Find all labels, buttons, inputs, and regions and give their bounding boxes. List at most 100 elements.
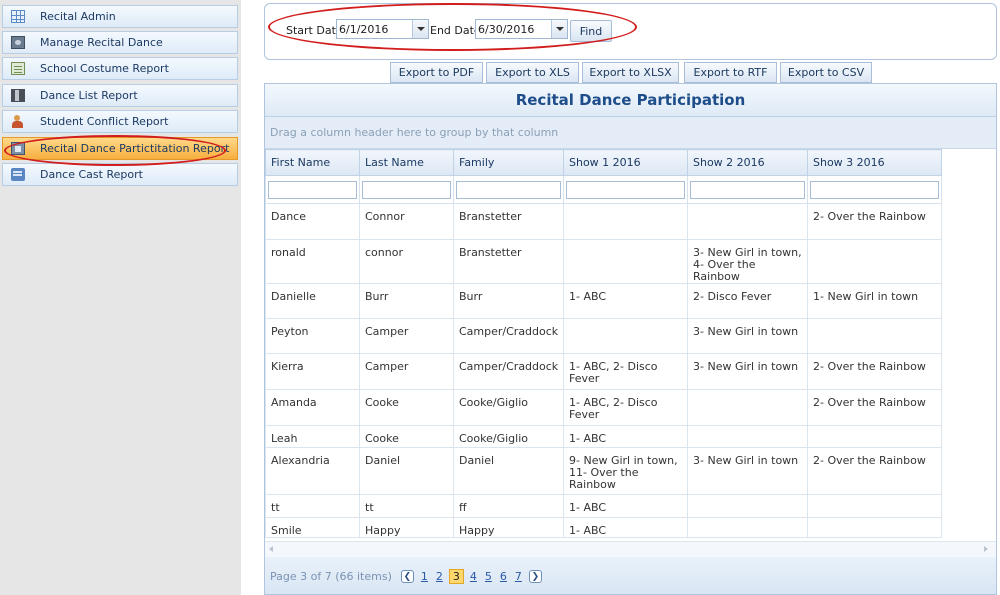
end-date-label: End Date bbox=[430, 24, 481, 37]
cast-icon bbox=[11, 168, 25, 181]
end-date-input[interactable]: 6/30/2016 bbox=[475, 19, 568, 39]
export-xls-button[interactable]: Export to XLS bbox=[486, 62, 579, 83]
column-header-show-1[interactable]: Show 1 2016 bbox=[563, 149, 688, 176]
cell-show-1 bbox=[563, 203, 688, 240]
column-header-family[interactable]: Family bbox=[453, 149, 564, 176]
prev-page-icon[interactable]: ❮ bbox=[400, 570, 414, 583]
export-pdf-button[interactable]: Export to PDF bbox=[390, 62, 483, 83]
grid-icon bbox=[11, 10, 25, 23]
page-link-5[interactable]: 5 bbox=[485, 570, 492, 583]
sidebar-item-recital-admin[interactable]: Recital Admin bbox=[2, 5, 238, 28]
page-link-1[interactable]: 1 bbox=[421, 570, 428, 583]
filter-input-show-3[interactable] bbox=[810, 180, 939, 199]
find-button[interactable]: Find bbox=[570, 20, 612, 42]
cell-show-2 bbox=[687, 517, 808, 538]
cell-show-1: 1- ABC, 2- Disco Fever bbox=[563, 353, 688, 390]
sidebar-item-label: Recital Admin bbox=[40, 10, 116, 23]
cell-show-2: 3- New Girl in town bbox=[687, 447, 808, 495]
filter-input-show-2[interactable] bbox=[690, 180, 805, 199]
chevron-down-icon[interactable] bbox=[412, 20, 428, 38]
pager-pages: 1234567 bbox=[417, 569, 526, 584]
scroll-right-icon[interactable] bbox=[984, 546, 988, 552]
start-date-input[interactable]: 6/1/2016 bbox=[336, 19, 429, 39]
page-link-3[interactable]: 3 bbox=[448, 569, 464, 584]
cell-first-name: Smile bbox=[265, 517, 360, 538]
sidebar: Recital Admin Manage Recital Dance Schoo… bbox=[0, 0, 241, 595]
sidebar-item-dance-list-report[interactable]: Dance List Report bbox=[2, 84, 238, 107]
cell-family: Camper/Craddock bbox=[453, 353, 564, 390]
cell-show-3: 2- Over the Rainbow bbox=[807, 389, 942, 426]
cell-last-name: Cooke bbox=[359, 389, 454, 426]
column-header-first-name[interactable]: First Name bbox=[265, 149, 360, 176]
sidebar-item-recital-dance-participation-report[interactable]: Recital Dance Partictitation Report bbox=[2, 137, 238, 160]
table-row[interactable]: Smile Happy Happy 1- ABC bbox=[265, 517, 942, 538]
cell-family: Camper/Craddock bbox=[453, 318, 564, 354]
cell-show-3 bbox=[807, 517, 942, 538]
cell-show-2 bbox=[687, 425, 808, 448]
person-icon bbox=[11, 115, 25, 128]
cell-show-3: 2- Over the Rainbow bbox=[807, 353, 942, 390]
group-by-panel[interactable]: Drag a column header here to group by th… bbox=[265, 117, 996, 149]
cell-show-1: 1- ABC bbox=[563, 494, 688, 518]
sidebar-item-label: School Costume Report bbox=[40, 62, 169, 75]
cell-family: Cooke/Giglio bbox=[453, 389, 564, 426]
export-xlsx-button[interactable]: Export to XLSX bbox=[582, 62, 679, 83]
cell-show-3 bbox=[807, 318, 942, 354]
cell-last-name: Cooke bbox=[359, 425, 454, 448]
sidebar-item-school-costume-report[interactable]: School Costume Report bbox=[2, 57, 238, 80]
filter-input-show-1[interactable] bbox=[566, 180, 685, 199]
page-link-2[interactable]: 2 bbox=[436, 570, 443, 583]
column-header-last-name[interactable]: Last Name bbox=[359, 149, 454, 176]
cell-show-2: 2- Disco Fever bbox=[687, 283, 808, 319]
table-row[interactable]: Leah Cooke Cooke/Giglio 1- ABC bbox=[265, 425, 942, 448]
export-rtf-button[interactable]: Export to RTF bbox=[684, 62, 777, 83]
export-csv-button[interactable]: Export to CSV bbox=[780, 62, 872, 83]
cell-show-1: 9- New Girl in town, 11- Over the Rainbow bbox=[563, 447, 688, 495]
table-row[interactable]: Kierra Camper Camper/Craddock 1- ABC, 2- Di… bbox=[265, 353, 942, 390]
chevron-down-icon[interactable] bbox=[551, 20, 567, 38]
page-link-4[interactable]: 4 bbox=[470, 570, 477, 583]
cell-show-3: 2- Over the Rainbow bbox=[807, 447, 942, 495]
cell-family: Burr bbox=[453, 283, 564, 319]
cell-first-name: Leah bbox=[265, 425, 360, 448]
date-filter-panel: Start Date 6/1/2016 End Date 6/30/2016 F… bbox=[264, 3, 997, 60]
sidebar-item-dance-cast-report[interactable]: Dance Cast Report bbox=[2, 163, 238, 186]
start-date-value: 6/1/2016 bbox=[339, 22, 389, 36]
next-page-icon[interactable]: ❯ bbox=[528, 570, 542, 583]
pager: Page 3 of 7 (66 items) ❮ 1234567 ❯ bbox=[265, 557, 996, 594]
page-link-7[interactable]: 7 bbox=[515, 570, 522, 583]
end-date-value: 6/30/2016 bbox=[478, 22, 535, 36]
table-row[interactable]: Amanda Cooke Cooke/Giglio 1- ABC, 2- Disco … bbox=[265, 389, 942, 426]
cell-show-3 bbox=[807, 494, 942, 518]
scroll-left-icon[interactable] bbox=[269, 546, 273, 552]
cell-show-1: 1- ABC bbox=[563, 425, 688, 448]
table-row[interactable]: Alexandria Daniel Daniel 9- New Girl in tow… bbox=[265, 447, 942, 495]
filter-input-family[interactable] bbox=[456, 180, 561, 199]
table-body: Dance Connor Branstetter 2- Over the Rainbo… bbox=[265, 203, 942, 538]
cell-show-3 bbox=[807, 425, 942, 448]
sidebar-item-student-conflict-report[interactable]: Student Conflict Report bbox=[2, 110, 238, 133]
filter-input-first-name[interactable] bbox=[268, 180, 357, 199]
cell-show-3 bbox=[807, 239, 942, 284]
cell-show-2: 3- New Girl in town, 4- Over the Rainbow bbox=[687, 239, 808, 284]
cell-show-1 bbox=[563, 318, 688, 354]
table-row[interactable]: Dance Connor Branstetter 2- Over the Rainbo… bbox=[265, 203, 942, 240]
table-row[interactable]: Danielle Burr Burr 1- ABC 2- Disco Fever 1- N… bbox=[265, 283, 942, 319]
sidebar-item-manage-recital-dance[interactable]: Manage Recital Dance bbox=[2, 31, 238, 54]
sidebar-item-label: Student Conflict Report bbox=[40, 115, 169, 128]
column-header-show-3[interactable]: Show 3 2016 bbox=[807, 149, 942, 176]
horizontal-scrollbar[interactable] bbox=[265, 541, 996, 557]
table-row[interactable]: ronald connor Branstetter 3- New Girl in to… bbox=[265, 239, 942, 284]
sidebar-item-label: Recital Dance Partictitation Report bbox=[40, 142, 230, 155]
cell-first-name: Amanda bbox=[265, 389, 360, 426]
cell-show-2 bbox=[687, 389, 808, 426]
table-row[interactable]: Peyton Camper Camper/Craddock 3- New Girl i… bbox=[265, 318, 942, 354]
cell-first-name: Peyton bbox=[265, 318, 360, 354]
cell-show-2 bbox=[687, 494, 808, 518]
cell-last-name: Camper bbox=[359, 353, 454, 390]
column-header-show-2[interactable]: Show 2 2016 bbox=[687, 149, 808, 176]
page-link-6[interactable]: 6 bbox=[500, 570, 507, 583]
table-row[interactable]: tt tt ff 1- ABC bbox=[265, 494, 942, 518]
filter-input-last-name[interactable] bbox=[362, 180, 451, 199]
cell-show-1: 1- ABC bbox=[563, 517, 688, 538]
